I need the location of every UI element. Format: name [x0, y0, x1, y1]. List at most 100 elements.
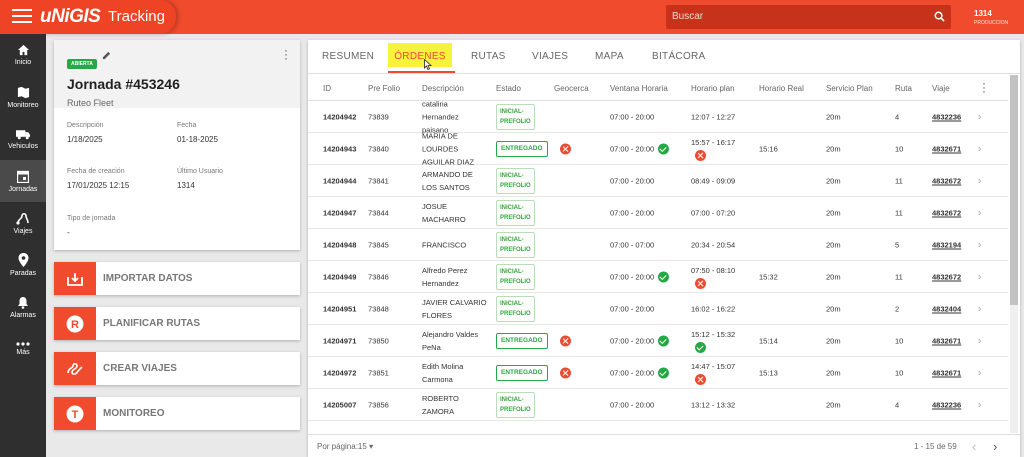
table-row[interactable]: 14204942 73839 catalina Hernandez paisano INI… — [308, 99, 1008, 134]
geofence-error-icon — [560, 142, 571, 155]
more-options-icon[interactable]: · · · — [284, 44, 288, 64]
trip-link[interactable]: 4832672 — [932, 270, 961, 283]
app-title: Tracking — [108, 8, 165, 25]
monitoreo-button[interactable]: T MONITOREO — [54, 397, 300, 430]
tab-viajes[interactable]: VIAJES — [532, 51, 568, 62]
menu-icon[interactable] — [12, 9, 32, 25]
orders-table: ID Pre Folio Descripción Estado Geocerca… — [308, 75, 1008, 433]
chevron-right-icon[interactable]: › — [978, 174, 981, 187]
trip-link[interactable]: 4832236 — [932, 110, 961, 123]
table-row[interactable]: 14205007 73856 ROBERTO ZAMORA INICIAL- PREFOL… — [308, 389, 1008, 421]
planificar-rutas-button[interactable]: R PLANIFICAR RUTAS — [54, 307, 300, 340]
time-window: 07:00 - 20:00 — [610, 142, 670, 155]
trip-link[interactable]: 4832672 — [932, 174, 961, 187]
search-icon[interactable] — [934, 11, 945, 22]
table-row[interactable]: 14204948 73845 FRANCISCO INICIAL- PREFOLIO 07… — [308, 229, 1008, 261]
tab-ordenes[interactable]: ÓRDENES — [388, 43, 452, 67]
service-plan: 20m — [826, 304, 841, 313]
table-header: ID Pre Folio Descripción Estado Geocerca… — [308, 75, 1008, 101]
trip-link[interactable]: 4832671 — [932, 366, 961, 379]
planned-time: 14:47 - 15:07 — [691, 360, 735, 386]
order-id: 14204971 — [323, 336, 357, 345]
column-header[interactable]: Servicio Plan — [826, 84, 873, 93]
table-row[interactable]: 14204944 73841 ARMANDO DE LOS SANTOS INICIAL… — [308, 165, 1008, 197]
column-header[interactable]: ID — [323, 84, 331, 93]
sidebar-item-jornadas[interactable]: Jornadas — [0, 160, 46, 202]
trip-link[interactable]: 4832236 — [932, 398, 961, 411]
time-window: 07:00 - 20:00 — [610, 174, 654, 187]
chevron-right-icon[interactable]: › — [978, 398, 981, 411]
user-info[interactable]: 1314 PRODUCCION — [974, 9, 1008, 26]
column-header[interactable]: Descripción — [422, 84, 464, 93]
edit-icon[interactable] — [102, 51, 111, 60]
search-input[interactable]: Buscar — [666, 5, 951, 29]
trip-link[interactable]: 4832671 — [932, 142, 961, 155]
chevron-right-icon[interactable]: › — [978, 302, 981, 315]
check-icon — [658, 143, 670, 155]
description: FRANCISCO — [422, 238, 466, 251]
tab-resumen[interactable]: RESUMEN — [322, 51, 374, 62]
real-time: 15:14 — [759, 336, 778, 345]
sidebar-item-paradas[interactable]: Paradas — [0, 244, 46, 286]
creacion-field: Fecha de creación 17/01/2025 12:15 — [67, 168, 129, 190]
service-plan: 20m — [826, 240, 841, 249]
table-row[interactable]: 14204947 73844 JOSUE MACHARRO INICIAL- PREFOL… — [308, 197, 1008, 229]
chevron-right-icon[interactable]: › — [978, 366, 981, 379]
importar-datos-button[interactable]: IMPORTAR DATOS — [54, 262, 300, 295]
description-line: FLORES — [422, 310, 453, 320]
table-row[interactable]: 14204971 73850 Alejandro Valdes PeNa ENTREGA… — [308, 325, 1008, 357]
pre-folio: 73851 — [368, 368, 389, 377]
sidebar-item-vehiculos[interactable]: Vehiculos — [0, 118, 46, 160]
planned-time: 15:57 - 16:17 — [691, 136, 735, 162]
tab-rutas[interactable]: RUTAS — [471, 51, 506, 62]
sidebar-item-mas[interactable]: Más — [0, 328, 46, 370]
column-header[interactable]: Viaje — [932, 84, 950, 93]
chevron-right-icon[interactable]: › — [978, 206, 981, 219]
page-subtitle: Ruteo Fleet — [67, 98, 114, 108]
column-header[interactable]: Pre Folio — [368, 84, 400, 93]
chevron-right-icon[interactable]: › — [978, 270, 981, 283]
chevron-right-icon[interactable]: › — [978, 334, 981, 347]
column-header[interactable]: Ventana Horaria — [610, 84, 668, 93]
column-header[interactable]: Horario plan — [691, 84, 735, 93]
trip-link[interactable]: 4832672 — [932, 206, 961, 219]
tab-bitacora[interactable]: BITÁCORA — [652, 51, 706, 62]
tab-mapa[interactable]: MAPA — [595, 51, 624, 62]
chevron-right-icon[interactable]: › — [978, 142, 981, 155]
table-row[interactable]: 14204943 73840 MARIA DE LOURDES AGUILAR DIAZ… — [308, 131, 1008, 166]
prev-page-icon[interactable]: ‹ — [972, 439, 976, 454]
time-window-value: 07:00 - 20:00 — [610, 176, 655, 185]
sidebar-item-label: Más — [16, 349, 30, 356]
sidebar-item-inicio[interactable]: Inicio — [0, 34, 46, 76]
column-header[interactable]: Geocerca — [554, 84, 589, 93]
order-id: 14204947 — [323, 208, 357, 217]
chevron-right-icon[interactable]: › — [978, 238, 981, 251]
sidebar-item-alarmas[interactable]: Alarmas — [0, 286, 46, 328]
column-header[interactable]: Estado — [496, 84, 521, 93]
trip-link[interactable]: 4832671 — [932, 334, 961, 347]
sidebar-item-viajes[interactable]: Viajes — [0, 202, 46, 244]
table-row[interactable]: 14204949 73846 Alfredo Perez Hernandez INICI… — [308, 261, 1008, 293]
real-time: 15:13 — [759, 368, 778, 377]
more-icon — [16, 342, 30, 346]
column-header[interactable]: Horario Real — [759, 84, 804, 93]
chevron-right-icon[interactable]: › — [978, 110, 981, 123]
per-page-select[interactable]: Por página:15 ▾ — [317, 442, 373, 451]
description: MARIA DE LOURDES AGUILAR DIAZ — [422, 129, 474, 168]
description-line: Edith Molina — [422, 361, 464, 371]
map-icon — [17, 86, 29, 98]
trip-link[interactable]: 4832194 — [932, 238, 961, 251]
column-options-icon[interactable]: · · · — [982, 77, 986, 97]
crear-viajes-button[interactable]: CREAR VIAJES — [54, 352, 300, 385]
scrollbar-thumb[interactable] — [1010, 75, 1018, 305]
status-cell: INICIAL- PREFOLIO — [496, 199, 535, 226]
table-row[interactable]: 14204972 73851 Edith Molina Carmona ENTREGAD… — [308, 357, 1008, 389]
vertical-scrollbar[interactable] — [1010, 75, 1018, 433]
description-line: ROBERTO — [422, 393, 459, 403]
column-header[interactable]: Ruta — [895, 84, 912, 93]
sidebar-item-monitoreo[interactable]: Monitoreo — [0, 76, 46, 118]
pre-folio: 73844 — [368, 208, 389, 217]
trip-link[interactable]: 4832404 — [932, 302, 961, 315]
table-row[interactable]: 14204951 73848 JAVIER CALVARIO FLORES INICIA… — [308, 293, 1008, 325]
next-page-icon[interactable]: › — [993, 439, 997, 454]
